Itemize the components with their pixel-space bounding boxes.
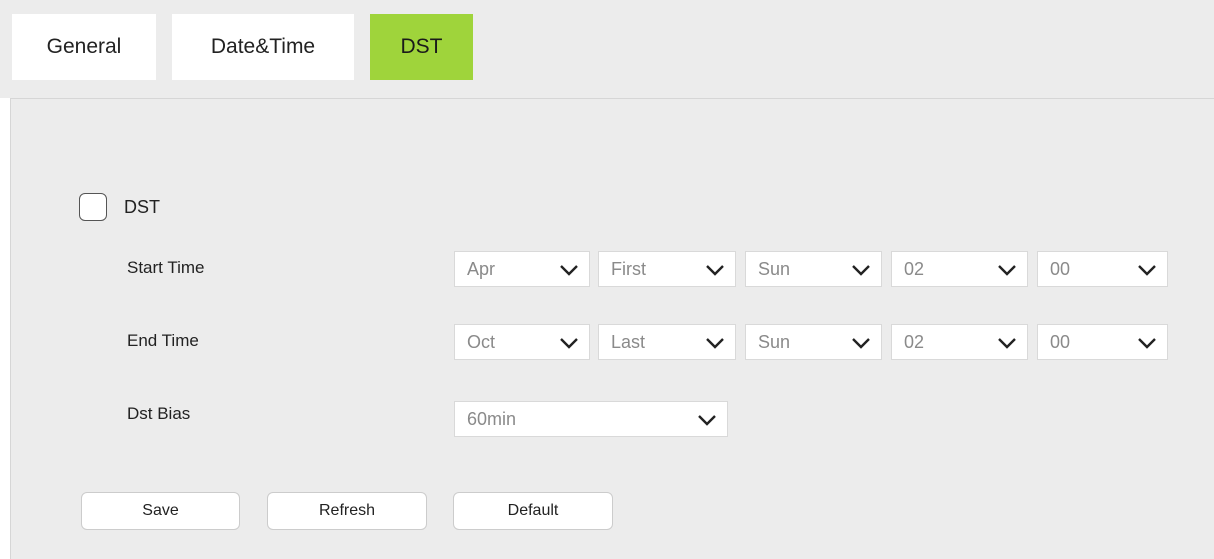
start-month-select[interactable]: Apr xyxy=(454,251,590,287)
start-month-value: Apr xyxy=(467,258,496,279)
end-hour-value: 02 xyxy=(904,331,925,352)
start-hour-value: 02 xyxy=(904,258,925,279)
tab-dst[interactable]: DST xyxy=(370,14,473,80)
dst-enable-label: DST xyxy=(124,196,160,217)
start-minute-select[interactable]: 00 xyxy=(1037,251,1168,287)
chevron-down-icon xyxy=(560,338,578,349)
end-month-select[interactable]: Oct xyxy=(454,324,590,360)
dst-enable-checkbox[interactable] xyxy=(79,193,107,221)
start-time-label: Start Time xyxy=(127,258,205,277)
start-hour-select[interactable]: 02 xyxy=(891,251,1028,287)
chevron-down-icon xyxy=(998,338,1016,349)
start-day-select[interactable]: Sun xyxy=(745,251,882,287)
end-minute-select[interactable]: 00 xyxy=(1037,324,1168,360)
tab-general[interactable]: General xyxy=(12,14,156,80)
chevron-down-icon xyxy=(706,265,724,276)
start-minute-value: 00 xyxy=(1050,258,1071,279)
end-time-label: End Time xyxy=(127,331,199,350)
end-week-value: Last xyxy=(611,331,646,352)
start-week-value: First xyxy=(611,258,646,279)
dst-settings-panel: DST Start Time Apr First Sun 02 00 End T… xyxy=(10,98,1214,559)
dst-bias-label: Dst Bias xyxy=(127,404,191,423)
end-minute-value: 00 xyxy=(1050,331,1071,352)
chevron-down-icon xyxy=(852,265,870,276)
dst-bias-value: 60min xyxy=(467,408,517,429)
default-button[interactable]: Default xyxy=(453,492,613,530)
chevron-down-icon xyxy=(560,265,578,276)
end-day-select[interactable]: Sun xyxy=(745,324,882,360)
end-week-select[interactable]: Last xyxy=(598,324,736,360)
start-day-value: Sun xyxy=(758,258,791,279)
chevron-down-icon xyxy=(1138,265,1156,276)
chevron-down-icon xyxy=(998,265,1016,276)
chevron-down-icon xyxy=(1138,338,1156,349)
tab-date-time[interactable]: Date&Time xyxy=(172,14,354,80)
settings-page: General Date&Time DST DST Start Time Apr… xyxy=(0,0,1214,559)
end-month-value: Oct xyxy=(467,331,496,352)
end-hour-select[interactable]: 02 xyxy=(891,324,1028,360)
chevron-down-icon xyxy=(706,338,724,349)
end-day-value: Sun xyxy=(758,331,791,352)
chevron-down-icon xyxy=(698,415,716,426)
dst-bias-select[interactable]: 60min xyxy=(454,401,728,437)
save-button[interactable]: Save xyxy=(81,492,240,530)
tab-bar: General Date&Time DST xyxy=(0,0,1214,98)
chevron-down-icon xyxy=(852,338,870,349)
start-week-select[interactable]: First xyxy=(598,251,736,287)
dst-enable-row: DST xyxy=(79,193,160,221)
refresh-button[interactable]: Refresh xyxy=(267,492,427,530)
